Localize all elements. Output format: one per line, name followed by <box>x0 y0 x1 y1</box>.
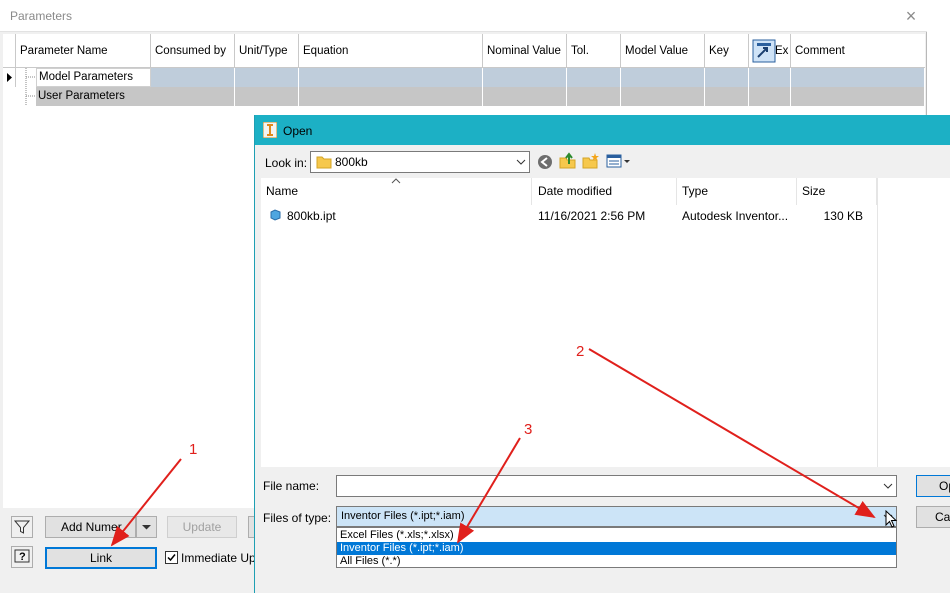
col-parameter-name[interactable]: Parameter Name <box>16 34 151 68</box>
export-label: Ex <box>775 45 789 57</box>
tree-connector <box>25 68 36 106</box>
files-of-type-label: Files of type: <box>263 511 332 525</box>
close-icon[interactable]: × <box>898 4 924 28</box>
option-inventor[interactable]: Inventor Files (*.ipt;*.iam) <box>337 542 896 555</box>
col-size[interactable]: Size <box>797 178 877 205</box>
help-icon: ? <box>14 549 30 563</box>
col-key[interactable]: Key <box>705 34 749 68</box>
parameters-grid: Parameter Name Consumed by Unit/Type Equ… <box>3 34 925 106</box>
chevron-down-icon <box>516 159 526 165</box>
option-all-files[interactable]: All Files (*.*) <box>337 555 896 568</box>
col-date-modified[interactable]: Date modified <box>533 178 677 205</box>
option-excel[interactable]: Excel Files (*.xls;*.xlsx) <box>337 529 896 542</box>
parameters-title-bar: Parameters × <box>0 0 927 32</box>
col-unit-type[interactable]: Unit/Type <box>235 34 299 68</box>
chevron-down-icon <box>883 483 893 489</box>
immediate-update-label: Immediate Upd <box>181 551 263 565</box>
col-consumed-by[interactable]: Consumed by <box>151 34 235 68</box>
filter-icon <box>13 520 31 534</box>
export-parameters-icon <box>752 39 776 63</box>
open-dialog: Open Look in: 800kb Name Date modified T… <box>254 115 950 593</box>
filter-button[interactable] <box>11 516 33 538</box>
back-icon[interactable] <box>537 154 553 170</box>
look-in-label: Look in: <box>265 156 308 170</box>
view-menu-icon <box>606 154 630 168</box>
model-parameters-row[interactable]: Model Parameters <box>36 68 151 87</box>
look-in-combobox[interactable]: 800kb <box>310 151 530 173</box>
annotation-1: 1 <box>189 441 198 458</box>
col-type[interactable]: Type <box>677 178 797 205</box>
file-type: Autodesk Inventor... <box>682 209 789 223</box>
row-header-corner <box>3 34 16 68</box>
col-tol[interactable]: Tol. <box>567 34 621 68</box>
file-list: Name Date modified Type Size 800kb.ipt 1… <box>261 178 950 467</box>
up-folder-icon[interactable] <box>559 152 577 170</box>
look-in-value: 800kb <box>335 155 368 169</box>
row-pointer-icon <box>7 73 12 82</box>
cancel-button[interactable]: Car <box>916 506 950 528</box>
files-of-type-combobox[interactable]: Inventor Files (*.ipt;*.iam) <box>336 506 897 527</box>
parameters-title: Parameters <box>10 9 73 23</box>
row-selector[interactable] <box>3 68 16 87</box>
annotation-3: 3 <box>524 421 533 438</box>
col-equation[interactable]: Equation <box>299 34 483 68</box>
col-comment[interactable]: Comment <box>791 34 925 68</box>
immediate-update-checkbox[interactable] <box>165 551 178 564</box>
checkmark-icon <box>167 554 176 562</box>
file-date: 11/16/2021 2:56 PM <box>538 209 646 223</box>
folder-icon <box>316 156 332 169</box>
add-numeric-dropdown[interactable] <box>136 516 157 538</box>
link-button[interactable]: Link <box>45 547 157 569</box>
open-title-bar: Open <box>255 115 950 145</box>
file-name-input[interactable] <box>336 475 897 497</box>
svg-text:?: ? <box>19 551 26 563</box>
view-menu-button[interactable] <box>606 153 634 171</box>
file-size: 130 KB <box>823 209 863 223</box>
mouse-cursor-icon <box>885 510 898 528</box>
new-folder-icon[interactable] <box>582 152 600 170</box>
files-of-type-value: Inventor Files (*.ipt;*.iam) <box>341 510 465 522</box>
col-nominal-value[interactable]: Nominal Value <box>483 34 567 68</box>
update-button[interactable]: Update <box>167 516 237 538</box>
chevron-down-icon <box>142 525 151 530</box>
col-model-value[interactable]: Model Value <box>621 34 705 68</box>
open-title: Open <box>283 124 313 138</box>
open-button[interactable]: Op <box>916 475 950 497</box>
file-type-dropdown: Excel Files (*.xls;*.xlsx) Inventor File… <box>336 527 897 568</box>
user-parameters-row[interactable]: User Parameters <box>36 87 151 106</box>
part-file-icon <box>270 209 281 221</box>
file-name-label: File name: <box>263 479 320 493</box>
column-divider <box>877 178 878 467</box>
file-name: 800kb.ipt <box>287 209 336 223</box>
file-row[interactable]: 800kb.ipt 11/16/2021 2:56 PM Autodesk In… <box>261 205 877 225</box>
inventor-app-icon <box>263 122 277 138</box>
help-button[interactable]: ? <box>11 546 33 568</box>
annotation-2: 2 <box>576 343 585 360</box>
add-numeric-button[interactable]: Add Numer <box>45 516 136 538</box>
col-name[interactable]: Name <box>261 178 532 205</box>
